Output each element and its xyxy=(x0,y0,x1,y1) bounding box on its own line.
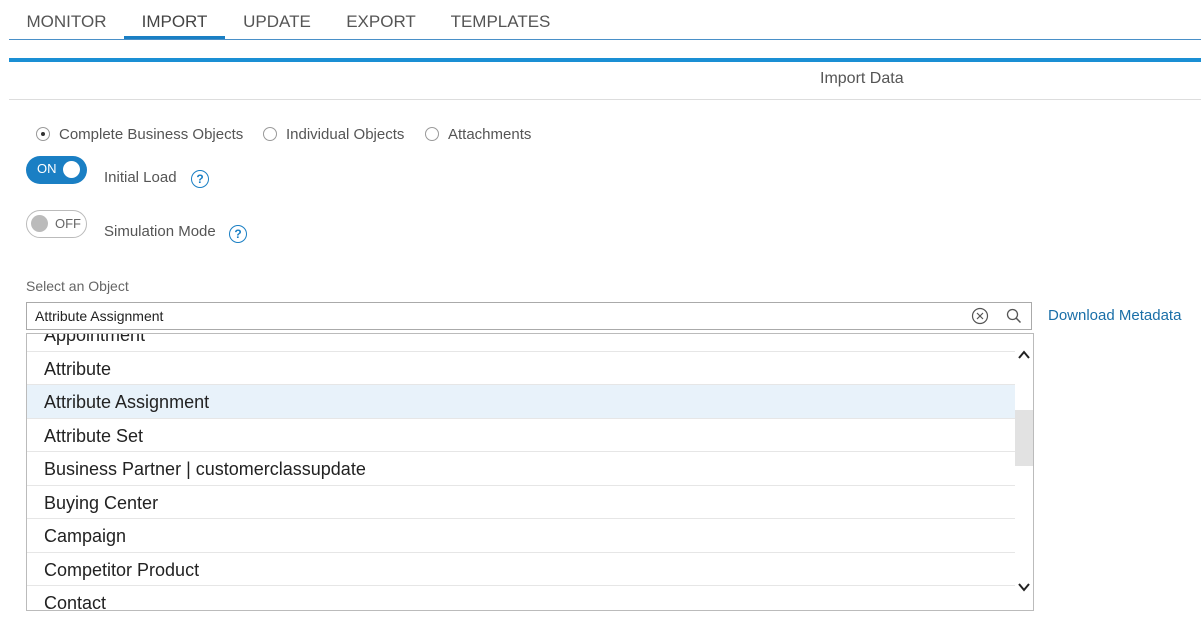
object-search-input[interactable] xyxy=(35,306,955,326)
clear-icon[interactable] xyxy=(971,307,989,325)
tab-bar: MONITOR IMPORT UPDATE EXPORT TEMPLATES xyxy=(9,0,1201,40)
radio-unchecked-icon xyxy=(263,127,277,141)
chevron-down-icon[interactable] xyxy=(1017,580,1031,594)
chevron-up-icon[interactable] xyxy=(1017,348,1031,362)
list-item-selected[interactable]: Attribute Assignment xyxy=(27,385,1015,419)
list-item[interactable]: Attribute Set xyxy=(27,419,1015,452)
initial-load-toggle[interactable]: ON xyxy=(26,156,87,184)
section-rule xyxy=(9,99,1201,100)
tab-templates[interactable]: TEMPLATES xyxy=(443,0,558,40)
tab-export[interactable]: EXPORT xyxy=(338,0,424,40)
tab-import[interactable]: IMPORT xyxy=(124,0,225,40)
list-item[interactable]: Appointment xyxy=(27,334,1015,352)
list: Appointment Attribute Attribute Assignme… xyxy=(27,334,1015,610)
scrollbar[interactable] xyxy=(1015,334,1033,610)
toggle-knob xyxy=(63,161,80,178)
list-item[interactable]: Business Partner | customerclassupdate xyxy=(27,452,1015,486)
active-tab-indicator xyxy=(124,36,225,39)
list-item[interactable]: Buying Center xyxy=(27,486,1015,519)
list-item[interactable]: Attribute xyxy=(27,352,1015,385)
list-item[interactable]: Campaign xyxy=(27,519,1015,553)
select-object-label: Select an Object xyxy=(26,278,129,294)
object-dropdown-list: Appointment Attribute Attribute Assignme… xyxy=(26,333,1034,611)
help-icon[interactable]: ? xyxy=(229,225,247,243)
radio-unchecked-icon xyxy=(425,127,439,141)
toggle-state: OFF xyxy=(55,216,81,231)
toggle-knob xyxy=(31,215,48,232)
scrollbar-thumb[interactable] xyxy=(1015,410,1033,466)
radio-checked-icon xyxy=(36,127,50,141)
initial-load-label: Initial Load xyxy=(104,169,177,186)
help-icon[interactable]: ? xyxy=(191,170,209,188)
radio-individual-objects[interactable]: Individual Objects xyxy=(263,124,404,144)
radio-label: Attachments xyxy=(448,125,532,143)
tab-update[interactable]: UPDATE xyxy=(235,0,319,40)
list-item[interactable]: Contact xyxy=(27,586,1015,610)
section-divider xyxy=(9,58,1201,62)
radio-complete-business-objects[interactable]: Complete Business Objects xyxy=(36,124,243,144)
page-title: Import Data xyxy=(820,70,904,87)
simulation-mode-toggle[interactable]: OFF xyxy=(26,210,87,238)
search-icon[interactable] xyxy=(1005,307,1023,325)
toggle-state: ON xyxy=(37,161,57,176)
tab-monitor[interactable]: MONITOR xyxy=(9,0,124,40)
radio-label: Complete Business Objects xyxy=(59,125,244,143)
radio-label: Individual Objects xyxy=(286,125,405,143)
simulation-mode-label: Simulation Mode xyxy=(104,223,216,240)
list-item[interactable]: Competitor Product xyxy=(27,553,1015,586)
radio-attachments[interactable]: Attachments xyxy=(425,124,531,144)
object-select-field[interactable] xyxy=(26,302,1032,330)
download-metadata-link[interactable]: Download Metadata xyxy=(1048,307,1181,324)
